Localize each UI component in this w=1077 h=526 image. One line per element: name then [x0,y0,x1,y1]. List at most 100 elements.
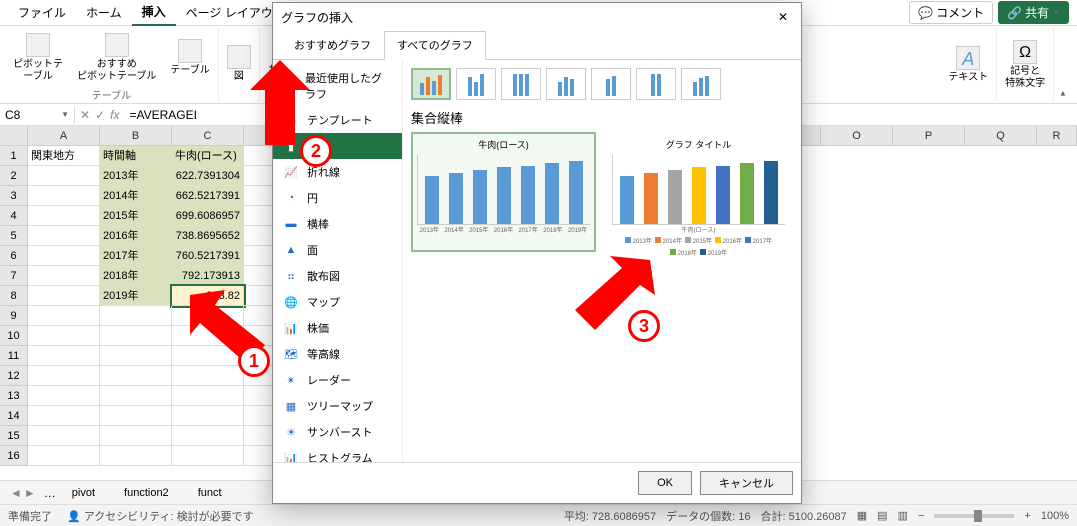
row-header[interactable]: 12 [0,366,28,386]
cell[interactable] [100,426,172,446]
pivot-table-button[interactable]: ピボットテ ーブル [10,31,66,85]
cell[interactable] [28,366,100,386]
sheet-nav[interactable]: ◄ ► [5,486,41,500]
view-normal-icon[interactable]: ▦ [857,509,867,522]
view-pagebreak-icon[interactable]: ▥ [898,509,908,522]
name-box[interactable]: C8 ▼ [0,106,75,124]
cancel-icon[interactable]: ✕ [80,108,90,122]
symbols-button[interactable]: Ω 記号と 特殊文字 [1002,38,1048,92]
cell[interactable] [28,406,100,426]
cell[interactable] [28,286,100,306]
row-header[interactable]: 8 [0,286,28,306]
cell[interactable] [172,426,244,446]
subtype-100-stacked[interactable] [501,68,541,100]
chart-type-item[interactable]: ▲面 [273,237,402,263]
row-header[interactable]: 7 [0,266,28,286]
row-header[interactable]: 4 [0,206,28,226]
select-all-corner[interactable] [0,126,28,146]
col-header-a[interactable]: A [28,126,100,146]
cell[interactable]: 699.6086957 [172,206,244,226]
menu-insert[interactable]: 挿入 [132,0,176,26]
chart-type-item[interactable]: 🌐マップ [273,289,402,315]
row-header[interactable]: 2 [0,166,28,186]
subtype-3d-clustered[interactable] [546,68,586,100]
cell[interactable]: 622.7391304 [172,166,244,186]
chart-type-item[interactable]: 📊株価 [273,315,402,341]
cell[interactable] [172,386,244,406]
dialog-tab-all[interactable]: すべてのグラフ [384,31,486,60]
cell[interactable] [28,386,100,406]
ribbon-collapse-button[interactable]: ▼ [1054,86,1072,101]
cell[interactable] [100,406,172,426]
ok-button[interactable]: OK [638,471,692,495]
cell[interactable] [28,166,100,186]
sheet-next-icon[interactable]: ► [24,486,36,500]
menu-file[interactable]: ファイル [8,0,76,25]
sheet-prev-icon[interactable]: ◄ [10,486,22,500]
cell[interactable] [28,326,100,346]
row-header[interactable]: 14 [0,406,28,426]
chart-type-item[interactable]: 📈折れ線 [273,159,402,185]
cell[interactable]: 牛肉(ロース) [172,146,244,166]
menu-home[interactable]: ホーム [76,0,132,25]
zoom-in-icon[interactable]: + [1024,510,1030,522]
row-header[interactable]: 6 [0,246,28,266]
zoom-out-icon[interactable]: − [918,510,924,522]
row-header[interactable]: 13 [0,386,28,406]
row-header[interactable]: 15 [0,426,28,446]
cell[interactable]: 2019年 [100,286,172,306]
chart-type-item[interactable]: 🗺等高線 [273,341,402,367]
cell[interactable] [100,326,172,346]
cell[interactable]: 関東地方 [28,146,100,166]
chart-type-item[interactable]: ▮縦棒 [273,133,402,159]
cell[interactable]: 2017年 [100,246,172,266]
cell[interactable]: 823.82 [172,286,244,306]
zoom-thumb[interactable] [974,510,982,522]
cell[interactable] [28,206,100,226]
chart-type-item[interactable]: ⠶散布図 [273,263,402,289]
cell[interactable] [172,366,244,386]
cell[interactable] [28,266,100,286]
col-header-b[interactable]: B [100,126,172,146]
comment-button[interactable]: 💬 コメント [909,1,993,24]
preview-chart-2[interactable]: グラフ タイトル 牛肉(ロース) 2013年 2014年 2015年 2016年… [606,132,791,252]
cell[interactable]: 792.173913 [172,266,244,286]
cell[interactable] [100,346,172,366]
cell[interactable] [100,366,172,386]
status-accessibility[interactable]: 👤 アクセシビリティ: 検討が必要です [67,508,254,524]
row-header[interactable]: 1 [0,146,28,166]
row-header[interactable]: 16 [0,446,28,466]
chart-type-item[interactable]: ◔円 [273,185,402,211]
enter-icon[interactable]: ✓ [95,108,105,122]
cell[interactable] [28,226,100,246]
cell[interactable]: 2018年 [100,266,172,286]
subtype-clustered-column[interactable] [411,68,451,100]
col-header-c[interactable]: C [172,126,244,146]
row-header[interactable]: 5 [0,226,28,246]
col-header-p[interactable]: P [893,126,965,146]
preview-chart-1[interactable]: 牛肉(ロース) 2013年2014年2015年2016年2017年2018年20… [411,132,596,252]
recommended-pivot-button[interactable]: おすすめ ピボットテーブル [74,31,159,85]
chart-type-item[interactable]: ▭テンプレート [273,107,402,133]
chart-type-list[interactable]: ↺最近使用したグラフ▭テンプレート▮縦棒📈折れ線◔円▬横棒▲面⠶散布図🌐マップ📊… [273,60,403,462]
cell[interactable] [28,426,100,446]
row-header[interactable]: 10 [0,326,28,346]
sheet-tab-funct[interactable]: funct [185,483,235,503]
cell[interactable]: 2013年 [100,166,172,186]
cell[interactable] [100,386,172,406]
sheet-tab-pivot[interactable]: pivot [59,483,108,503]
cell[interactable]: 738.8695652 [172,226,244,246]
dialog-tab-recommended[interactable]: おすすめグラフ [281,31,384,59]
cell[interactable] [100,306,172,326]
row-header[interactable]: 3 [0,186,28,206]
subtype-3d-stacked[interactable] [591,68,631,100]
share-button[interactable]: 🔗 共有 ▼ [998,1,1069,24]
cell[interactable] [172,306,244,326]
cell[interactable] [28,246,100,266]
dialog-titlebar[interactable]: グラフの挿入 ✕ [273,3,801,31]
chart-type-item[interactable]: ▬横棒 [273,211,402,237]
cell[interactable]: 760.5217391 [172,246,244,266]
chart-type-item[interactable]: ☀サンバースト [273,419,402,445]
cell[interactable] [172,406,244,426]
cell[interactable] [172,326,244,346]
